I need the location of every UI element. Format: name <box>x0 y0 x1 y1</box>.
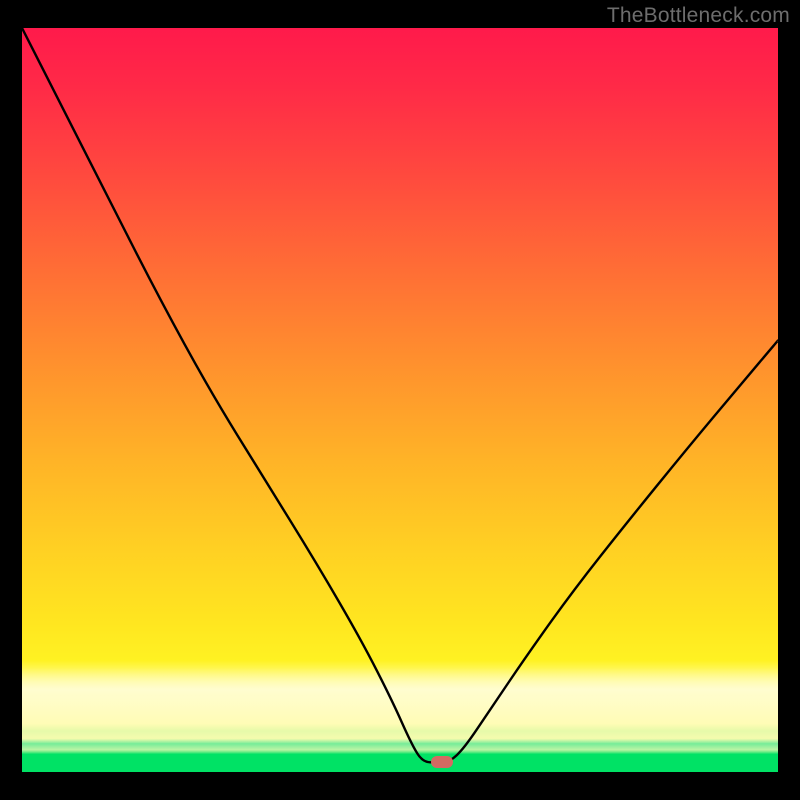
min-marker <box>431 756 453 768</box>
bottleneck-curve <box>22 28 778 762</box>
watermark-text: TheBottleneck.com <box>607 4 790 28</box>
chart-stage: TheBottleneck.com <box>0 0 800 800</box>
plot-area <box>22 28 778 772</box>
curve-svg <box>22 28 778 772</box>
